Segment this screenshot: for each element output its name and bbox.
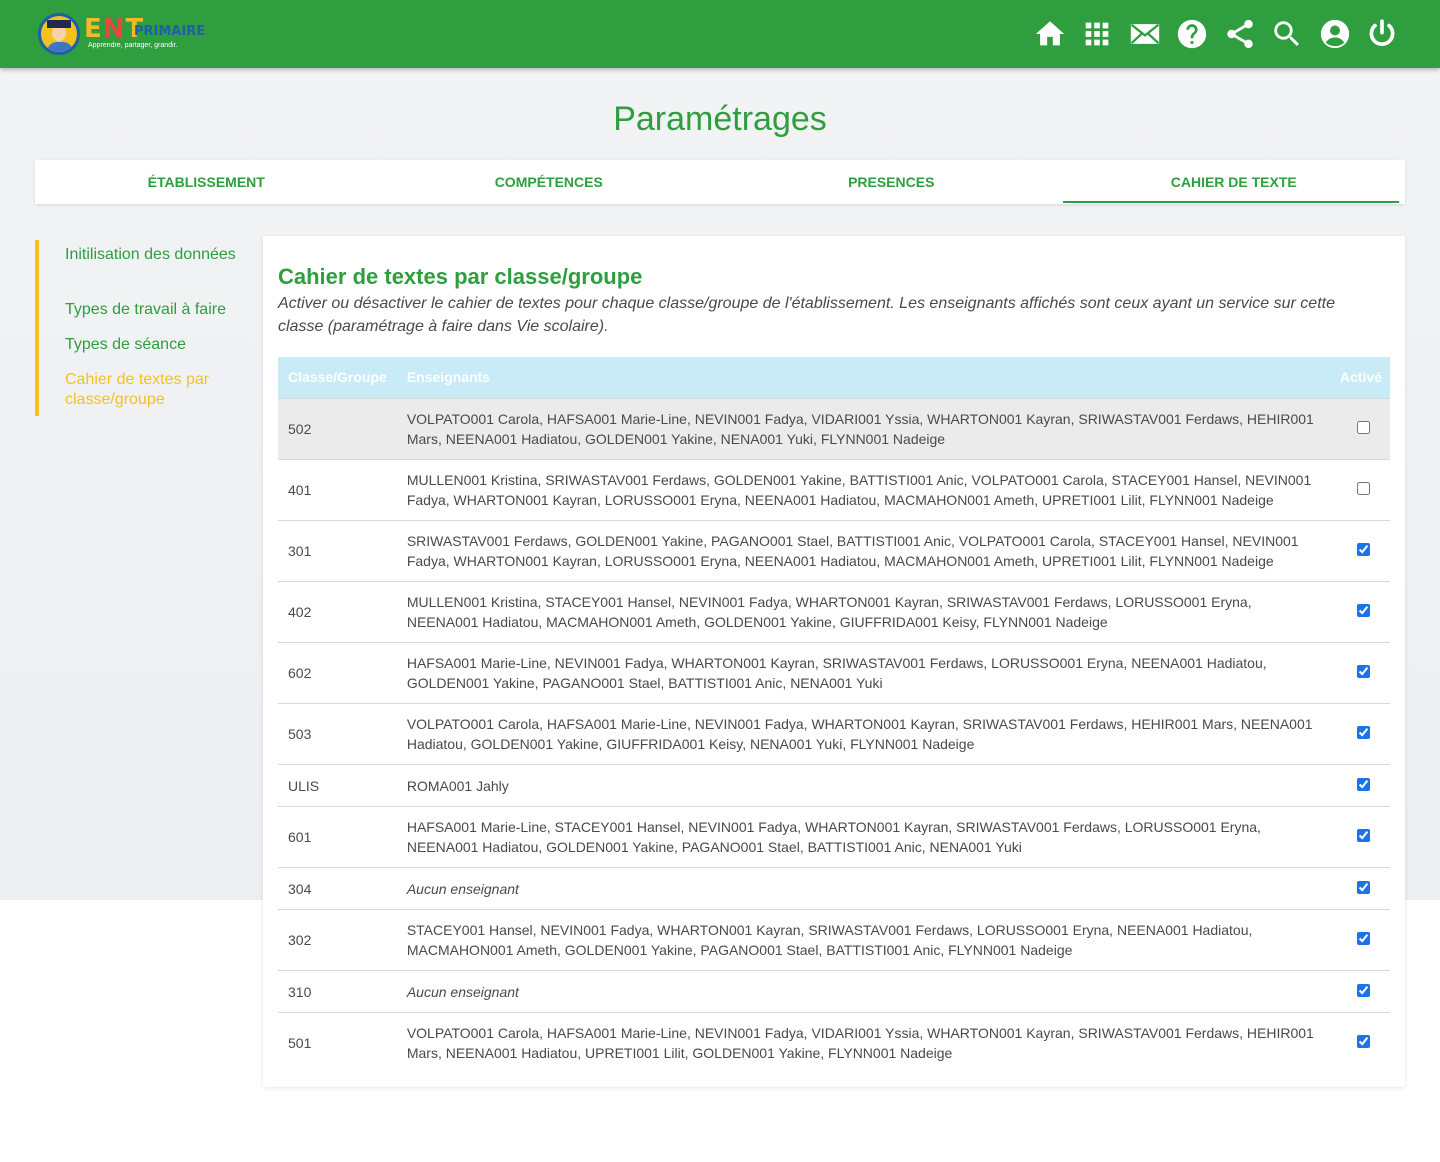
tab-competences[interactable]: COMPÉTENCES — [378, 160, 721, 204]
top-icon-bar — [1022, 14, 1402, 54]
active-cell — [1329, 580, 1390, 642]
teachers-cell: SRIWASTAV001 Ferdaws, GOLDEN001 Yakine, … — [396, 519, 1330, 581]
column-header-class[interactable]: Classe/Groupe — [278, 357, 397, 398]
teachers-cell: STACEY001 Hansel, NEVIN001 Fadya, WHARTO… — [396, 908, 1330, 970]
account-icon[interactable] — [1315, 14, 1355, 54]
class-name-cell: 602 — [278, 641, 397, 703]
table-row: 601 HAFSA001 Marie-Line, STACEY001 Hansel… — [278, 805, 1390, 867]
active-checkbox[interactable] — [1357, 1034, 1371, 1048]
class-name-cell: 402 — [278, 580, 397, 642]
class-name-cell: 304 — [278, 866, 397, 909]
active-cell — [1329, 866, 1390, 909]
page-title: Paramétrages — [613, 100, 827, 138]
table-row: 501 VOLPATO001 Carola, HAFSA001 Marie-Lin… — [278, 1011, 1390, 1073]
tab-presences[interactable]: PRESENCES — [720, 160, 1063, 204]
settings-tabs: ÉTABLISSEMENT COMPÉTENCES PRESENCES CAHI… — [35, 160, 1405, 204]
active-checkbox[interactable] — [1357, 777, 1371, 791]
table-row: 310 Aucun enseignant — [278, 969, 1390, 1012]
share-icon[interactable] — [1220, 14, 1260, 54]
classes-table: Classe/Groupe Enseignants Activé 502 VOLP… — [278, 357, 1390, 1073]
table-header-row: Classe/Groupe Enseignants Activé — [278, 357, 1390, 398]
teachers-cell: MULLEN001 Kristina, STACEY001 Hansel, NE… — [396, 580, 1330, 642]
table-row: 503 VOLPATO001 Carola, HAFSA001 Marie-Lin… — [278, 702, 1390, 764]
ent-logo[interactable]: ENT PRIMAIRE Apprendre, partager, grandi… — [38, 12, 214, 56]
column-header-active[interactable]: Activé — [1330, 357, 1390, 398]
class-name-cell: 301 — [278, 519, 397, 581]
sidebar-nav: Initilisation des données Types de trava… — [35, 240, 245, 416]
table-row: 304 Aucun enseignant — [278, 866, 1390, 909]
logo-wordmark: ENT PRIMAIRE Apprendre, partager, grandi… — [84, 14, 206, 49]
sidebar-item-cahier-textes[interactable]: Cahier de textes par classe/groupe — [39, 370, 239, 410]
class-name-cell: 310 — [278, 969, 397, 1012]
active-checkbox[interactable] — [1357, 664, 1371, 678]
active-cell — [1329, 458, 1390, 520]
active-checkbox[interactable] — [1357, 542, 1371, 556]
active-checkbox[interactable] — [1357, 983, 1371, 997]
active-checkbox[interactable] — [1357, 828, 1371, 842]
active-checkbox[interactable] — [1357, 603, 1371, 617]
logo-mascot-icon — [38, 13, 80, 55]
table-row: 602 HAFSA001 Marie-Line, NEVIN001 Fadya, … — [278, 641, 1390, 703]
teachers-cell: Aucun enseignant — [396, 866, 1330, 909]
class-name-cell: ULIS — [278, 763, 397, 806]
active-cell — [1329, 805, 1390, 867]
active-checkbox[interactable] — [1357, 420, 1371, 434]
class-name-cell: 501 — [278, 1011, 397, 1073]
active-cell — [1329, 702, 1390, 764]
card-description: Activer ou désactiver le cahier de texte… — [278, 295, 1335, 335]
search-icon[interactable] — [1267, 14, 1307, 54]
class-name-cell: 601 — [278, 805, 397, 867]
active-checkbox[interactable] — [1357, 725, 1371, 739]
top-bar: ENT PRIMAIRE Apprendre, partager, grandi… — [0, 0, 1440, 68]
class-name-cell: 302 — [278, 908, 397, 970]
active-cell — [1329, 908, 1390, 970]
sidebar-item-types-seance[interactable]: Types de séance — [39, 335, 239, 355]
apps-grid-icon[interactable] — [1077, 14, 1117, 54]
active-cell — [1329, 969, 1390, 1012]
sidebar-item-types-travail[interactable]: Types de travail à faire — [39, 300, 239, 320]
active-cell — [1329, 397, 1390, 459]
card-title: Cahier de textes par classe/groupe — [278, 264, 643, 289]
table-row: 302 STACEY001 Hansel, NEVIN001 Fadya, WHA… — [278, 908, 1390, 970]
mail-icon[interactable] — [1125, 14, 1165, 54]
active-checkbox[interactable] — [1357, 880, 1371, 894]
column-header-teachers[interactable]: Enseignants — [397, 357, 1330, 398]
active-cell — [1329, 1011, 1390, 1073]
class-name-cell: 503 — [278, 702, 397, 764]
active-checkbox[interactable] — [1357, 931, 1371, 945]
sidebar-item-initialisation[interactable]: Initilisation des données — [39, 245, 239, 265]
teachers-cell: MULLEN001 Kristina, SRIWASTAV001 Ferdaws… — [396, 458, 1330, 520]
cahier-textes-card: Cahier de textes par classe/groupe Activ… — [263, 236, 1405, 1087]
active-checkbox[interactable] — [1357, 481, 1371, 495]
teachers-cell: Aucun enseignant — [396, 969, 1330, 1012]
table-row: 401 MULLEN001 Kristina, SRIWASTAV001 Ferd… — [278, 458, 1390, 520]
table-row: 301 SRIWASTAV001 Ferdaws, GOLDEN001 Yakin… — [278, 519, 1390, 581]
power-icon[interactable] — [1362, 14, 1402, 54]
teachers-cell: HAFSA001 Marie-Line, NEVIN001 Fadya, WHA… — [396, 641, 1330, 703]
class-name-cell: 502 — [278, 397, 397, 459]
teachers-cell: HAFSA001 Marie-Line, STACEY001 Hansel, N… — [396, 805, 1330, 867]
teachers-cell: VOLPATO001 Carola, HAFSA001 Marie-Line, … — [396, 1011, 1330, 1073]
tab-cahier-de-texte[interactable]: CAHIER DE TEXTE — [1062, 160, 1406, 204]
tab-etablissement[interactable]: ÉTABLISSEMENT — [35, 160, 378, 204]
teachers-cell: ROMA001 Jahly — [396, 763, 1330, 806]
active-cell — [1329, 519, 1390, 581]
table-row: ULIS ROMA001 Jahly — [278, 763, 1390, 806]
class-name-cell: 401 — [278, 458, 397, 520]
teachers-cell: VOLPATO001 Carola, HAFSA001 Marie-Line, … — [396, 397, 1330, 459]
table-row: 402 MULLEN001 Kristina, STACEY001 Hansel,… — [278, 580, 1390, 642]
table-row: 502 VOLPATO001 Carola, HAFSA001 Marie-Lin… — [278, 397, 1390, 459]
help-icon[interactable] — [1172, 14, 1212, 54]
active-cell — [1329, 641, 1390, 703]
active-cell — [1329, 763, 1390, 806]
home-icon[interactable] — [1030, 14, 1070, 54]
teachers-cell: VOLPATO001 Carola, HAFSA001 Marie-Line, … — [396, 702, 1330, 764]
